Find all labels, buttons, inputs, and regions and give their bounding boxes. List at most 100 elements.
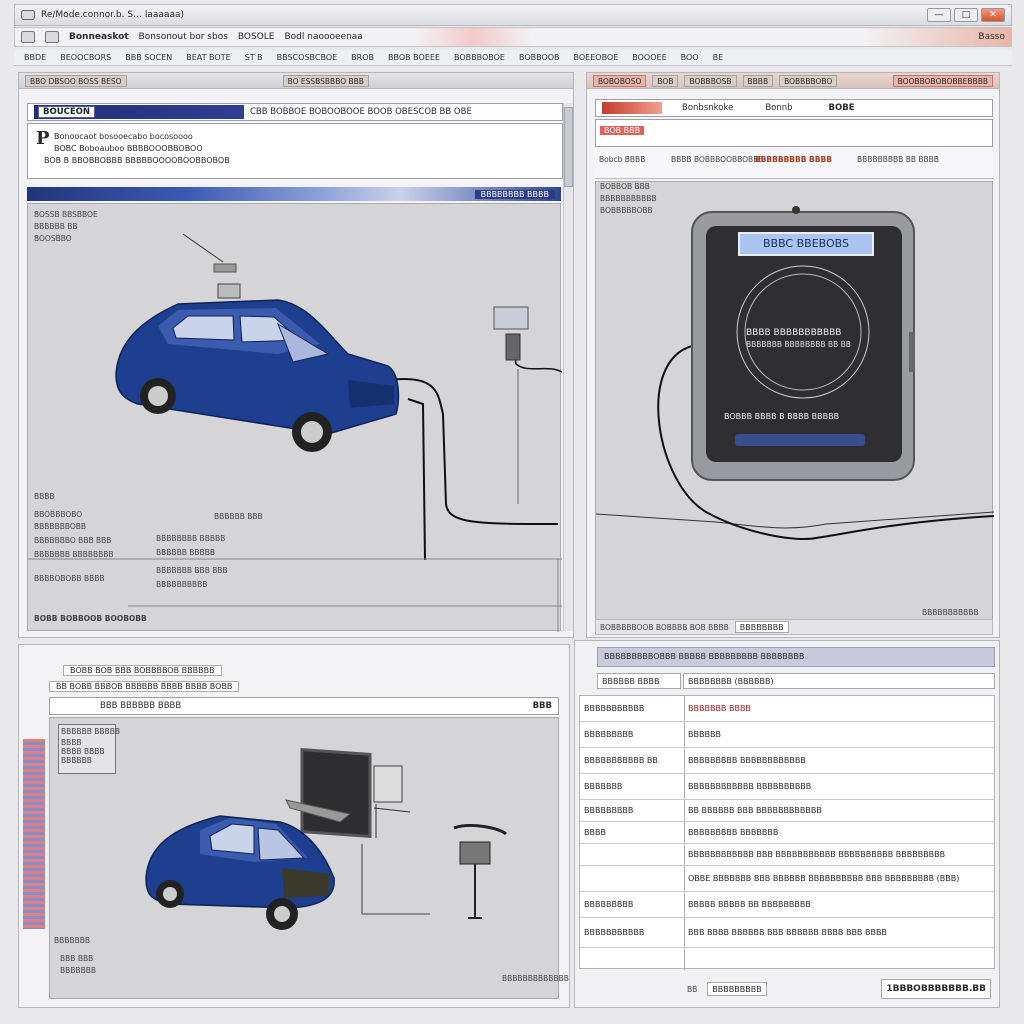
save-icon[interactable] [45,31,59,43]
table-row[interactable]: BBBBBBBBBBB BBB BBBB BBBBBB BBB BBBBBB B… [580,918,994,948]
app-icon [21,10,35,20]
close-button[interactable]: ✕ [981,8,1005,22]
panel-chip[interactable]: BO ESSBSBBBO BBB [282,74,369,87]
panel-chip[interactable]: BOOBBOBOBOBBEBBBB [892,74,993,87]
scrollbar-thumb[interactable] [564,107,573,187]
maximize-button[interactable]: □ [954,8,978,22]
menu-item[interactable]: BOBBOOB [519,53,560,62]
field-right[interactable]: BBBBBBBB (BBBBBB) [683,673,995,689]
header-item[interactable]: BOBE [829,103,855,113]
side-text: BBBBBBB [54,936,91,945]
sub-header: BBBBBBBBB BBBB [755,155,832,164]
menu-item[interactable]: BBOB BOEEE [388,53,440,62]
table-row[interactable]: OBBE BBBBBBB BBB BBBBBB BBBBBBBBBB BBB B… [580,866,994,892]
row-value: BBBBBBBBB BBBBBBB [688,828,779,837]
menu-item[interactable]: BOEEOBOE [574,53,619,62]
menu-item[interactable]: BBB SOCEN [125,53,172,62]
diagram-footer-text: BBBBBBBBBBBBB [502,974,569,983]
row-label: BBBB [584,828,606,837]
viewer-header: BBB BBBBBB BBBB BBB [49,697,559,715]
bottom-right-panel: BBBBBBBBBOBBB BBBBB BBBBBBBBB BBBBBBBB B… [574,640,1000,1008]
bottom-nav-right[interactable]: BBB [533,701,552,711]
window-titlebar: Re/Mode.connor.b. S… laaaaaa) — □ ✕ [14,4,1012,26]
header-item[interactable]: Bonbsnkoke [682,103,733,113]
table-row[interactable]: BBBBBBB BBBBBBBBBBBB BBBBBBBBBB [580,774,994,800]
side-text: BBBBBBBOBB [34,522,87,531]
panel-chip[interactable]: BOB [652,74,679,87]
mid-text: BBBBBBBBBB [156,580,208,589]
nav-title: CBB BOBBOE BOBOOBOOE BOOB OBESCOB BB OBE [250,107,472,117]
toolbar-item[interactable]: BOSOLE [238,32,275,42]
table-row[interactable]: BBBBBBBBB BB BBBBBB BBB BBBBBBBBBBBB [580,800,994,822]
diagram-titlebar: BBBBBBBB BBBB [27,187,561,201]
menu-item[interactable]: BEAT BOTE [186,53,230,62]
row-value: BB BBBBBB BBB BBBBBBBBBBBB [688,806,822,815]
side-text: BBBBBBB BBBBBBBB [34,550,114,559]
tab[interactable]: BOBB BOB BBB BOBBBBOB BBBBBB [63,665,222,676]
table-row[interactable]: BBBBBBBBBBB BBBBBBB BBBB [580,696,994,722]
row-label: BBBBBBBBBBB [584,928,645,937]
header-item[interactable]: Bonnb [765,103,792,113]
menu-item[interactable]: BOOOEE [632,53,666,62]
window-controls: — □ ✕ [927,8,1005,22]
toolbar-item[interactable]: Bodl naoooeenaa [285,32,363,42]
menu-item[interactable]: ST B [245,53,263,62]
minimize-button[interactable]: — [927,8,951,22]
info-line: Bonoocaot bosooecabo bocosoooo [54,132,193,141]
red-swatch [602,102,662,114]
menu-item[interactable]: BROB [351,53,374,62]
menu-item[interactable]: BOBBBOBOE [454,53,505,62]
vehicle-diagram [28,233,563,632]
top-right-footer: BOBBBBBOOB BOBBBB BOB BBBB BBBBBBBB [595,619,993,635]
menu-item[interactable]: BBDE [24,53,46,62]
vehicle-diagram-canvas[interactable]: BOSSB BBSBBOE BBBBBB BB BOOSBBO BBBB BBO… [27,203,563,632]
info-line: BOBC Boboauboo BBBBOOOBBOBOO [54,144,203,153]
panel-chip[interactable]: BOBOBOSO [593,74,647,87]
panel-chip[interactable]: BOBBBOSB [684,74,737,87]
table-row[interactable]: BBBBBBBBBBBB BBB BBBBBBBBBBB BBBBBBBBBB … [580,844,994,866]
nav-tag[interactable]: BOUCEON [38,106,95,118]
menu-item[interactable]: BE [713,53,724,62]
panel-chip[interactable]: BBBB [742,74,774,87]
toolbar-item[interactable]: Bonsonout bor sbos [139,32,228,42]
row-value: BBBBBBBBBBBB BBBBBBBBBB [688,782,812,791]
diagram-footer-text: BOBB BOBBOOB BOOBOBB [34,614,147,623]
mid-text: BBBBBB BBB [214,512,263,521]
scan-tool-canvas[interactable]: BOBBOB BBB BBBBBBBBBBB BOBBBBBOBB BBBC B… [595,181,995,631]
table-row[interactable]: BBBBBBBBBBB BB BBBBBBBBB BBBBBBBBBBBB [580,748,994,774]
side-text: BBB BBB [60,954,94,963]
row-value: BBBBBBB BBBB [688,704,751,713]
top-right-panel: BOBOBOSO BOB BOBBBOSB BBBB BOBBBBOBO BOO… [586,72,1000,638]
menu-item[interactable]: BBSCOSBCBOE [277,53,338,62]
camera-icon[interactable] [21,31,35,43]
top-left-panel-header: BBO DBSOO BOSS BESO BO ESSBSBBBO BBB [19,73,573,89]
left-label: BOBBBBBOBB [600,206,653,215]
field-left[interactable]: BBBBBB BBBB [597,673,681,689]
info-initial: P [36,128,50,149]
property-table: BBBBBBBBBBB BBBBBBB BBBB BBBBBBBBB BBBBB… [579,695,995,970]
table-row[interactable]: BBBBBBBBB BBBBBB [580,722,994,748]
table-row[interactable]: BBBB BBBBBBBBB BBBBBBB [580,822,994,844]
info-box: P Bonoocaot bosooecabo bocosoooo BOBC Bo… [27,123,563,179]
sub-header: BBBBBBBBB BB BBBB [857,155,939,164]
table-row[interactable]: BBBBBBBBB BBBBB BBBBB BB BBBBBBBBB [580,892,994,918]
bench-diagram-canvas[interactable]: BBBBBB BBBBB BBBB BBBB BBBB BBBBBB BBBBB… [49,717,569,999]
tab[interactable]: BB BOBB BBBOB BBBBBB BBBB BBBB BOBB [49,681,240,692]
toolbar-item[interactable]: Basso [978,32,1005,42]
inset-line: BBBBBB [61,756,92,765]
nav-header: BOUCEON CBB BOBBOE BOBOOBOOE BOOB OBESCO… [27,103,563,121]
footer-field[interactable]: BBBBBBBB [734,621,789,633]
tab-a[interactable]: BOB BBB [600,126,645,135]
row-value: BBBBBBBBBBBB BBB BBBBBBBBBBB BBBBBBBBBB … [688,850,946,859]
side-text: BBBB [34,492,55,501]
panel-chip[interactable]: BBO DBSOO BOSS BESO [25,74,127,87]
total-field[interactable]: 1BBBOBBBBBBB.BB [881,979,991,999]
bottom-value-field[interactable]: BBBBBBBBB [707,982,767,996]
top-left-scrollbar[interactable] [563,103,573,631]
panel-chip[interactable]: BOBBBBOBO [779,74,838,87]
menu-item[interactable]: BEOOCBORS [60,53,111,62]
toolbar-item[interactable]: Bonneaskot [69,32,129,42]
info-line: BOB B BBOBBOBBB BBBBBOOOOBOOBBOBOB [44,156,230,165]
inset-line: BBBB BBBB [61,747,105,756]
menu-item[interactable]: BOO [681,53,699,62]
